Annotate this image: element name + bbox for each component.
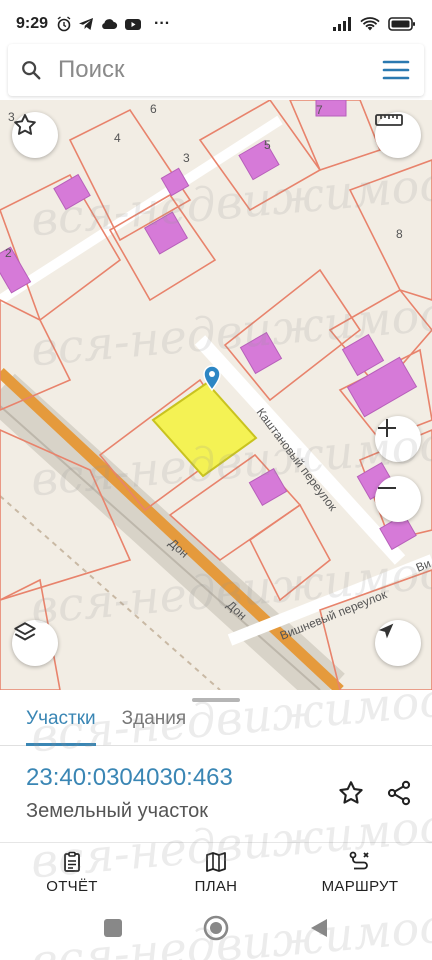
favorite-parcel-button[interactable] bbox=[336, 778, 366, 808]
map-canvas[interactable]: 6 3 4 5 3 2 8 7 Каштановый переулок Вишн… bbox=[0, 100, 432, 690]
cadastral-map[interactable]: 6 3 4 5 3 2 8 7 Каштановый переулок Вишн… bbox=[0, 100, 432, 690]
home-icon[interactable] bbox=[202, 914, 230, 942]
ruler-button[interactable] bbox=[375, 112, 421, 158]
system-navigation-bar bbox=[0, 902, 432, 954]
house-number: 2 bbox=[5, 246, 12, 260]
share-icon bbox=[387, 780, 411, 806]
wifi-icon bbox=[360, 17, 380, 31]
layers-button[interactable] bbox=[12, 620, 58, 666]
parcel-info-sheet: Участки Здания 23:40:0304030:463 Земельн… bbox=[0, 690, 432, 960]
map-plan-icon bbox=[206, 851, 226, 872]
minus-icon bbox=[378, 487, 396, 489]
status-bar: 9:29 ··· bbox=[0, 0, 432, 48]
zoom-in-button[interactable] bbox=[375, 416, 421, 462]
sheet-drag-handle[interactable] bbox=[192, 698, 240, 702]
back-icon[interactable] bbox=[308, 917, 330, 939]
telegram-icon bbox=[79, 18, 94, 30]
report-label: ОТЧЁТ bbox=[46, 877, 98, 895]
plan-button[interactable]: ПЛАН bbox=[144, 845, 288, 899]
bottom-action-bar: ОТЧЁТ ПЛАН МАРШРУТ bbox=[0, 845, 432, 899]
battery-icon bbox=[388, 17, 415, 31]
plan-label: ПЛАН bbox=[194, 877, 238, 895]
route-button[interactable]: МАРШРУТ bbox=[288, 845, 432, 899]
recents-icon[interactable] bbox=[102, 917, 124, 939]
report-button[interactable]: ОТЧЁТ bbox=[0, 845, 144, 899]
status-notification-icons: ··· bbox=[56, 15, 170, 33]
signal-icon bbox=[333, 17, 351, 31]
route-icon bbox=[349, 851, 369, 869]
route-label: МАРШРУТ bbox=[321, 877, 399, 895]
layers-icon bbox=[14, 622, 36, 641]
zoom-out-button[interactable] bbox=[375, 476, 421, 522]
plus-icon bbox=[378, 419, 396, 437]
house-number: 5 bbox=[264, 138, 271, 152]
report-icon bbox=[64, 851, 80, 872]
sheet-tabs: Участки Здания bbox=[0, 704, 432, 746]
more-notifications-icon: ··· bbox=[154, 15, 171, 32]
menu-button[interactable] bbox=[380, 54, 412, 86]
tab-buildings[interactable]: Здания bbox=[122, 704, 187, 745]
house-number: 3 bbox=[183, 151, 190, 165]
search-input[interactable] bbox=[58, 56, 380, 84]
parcel-cadastral-number[interactable]: 23:40:0304030:463 bbox=[26, 764, 233, 792]
ruler-icon bbox=[375, 114, 403, 126]
house-number: 8 bbox=[396, 227, 403, 241]
navigation-arrow-icon bbox=[378, 623, 394, 639]
hamburger-menu-icon bbox=[382, 60, 410, 80]
parcel-type-label: Земельный участок bbox=[26, 800, 209, 822]
alarm-icon bbox=[57, 16, 71, 32]
tab-parcels[interactable]: Участки bbox=[26, 704, 96, 746]
search-bar bbox=[8, 44, 424, 96]
star-icon bbox=[339, 781, 363, 804]
search-icon bbox=[22, 61, 41, 80]
house-number: 7 bbox=[316, 103, 323, 117]
house-number: 6 bbox=[150, 102, 157, 116]
house-number: 4 bbox=[114, 131, 121, 145]
favorite-map-button[interactable] bbox=[12, 112, 58, 158]
cloud-icon bbox=[102, 19, 118, 30]
star-icon bbox=[14, 114, 36, 135]
my-location-button[interactable] bbox=[375, 620, 421, 666]
divider bbox=[0, 842, 432, 843]
status-system-icons bbox=[332, 16, 416, 32]
youtube-icon bbox=[125, 19, 142, 30]
status-time: 9:29 bbox=[16, 15, 49, 32]
share-button[interactable] bbox=[384, 778, 414, 808]
parcel-actions bbox=[336, 778, 414, 808]
